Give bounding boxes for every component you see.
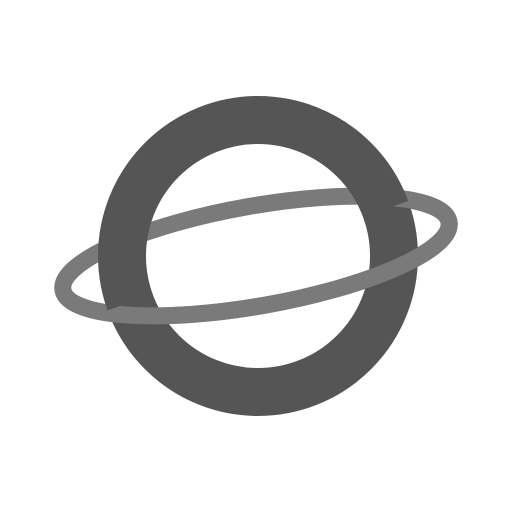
planet-icon [54,96,458,416]
icon-canvas [0,0,512,512]
planet-body [98,96,418,416]
